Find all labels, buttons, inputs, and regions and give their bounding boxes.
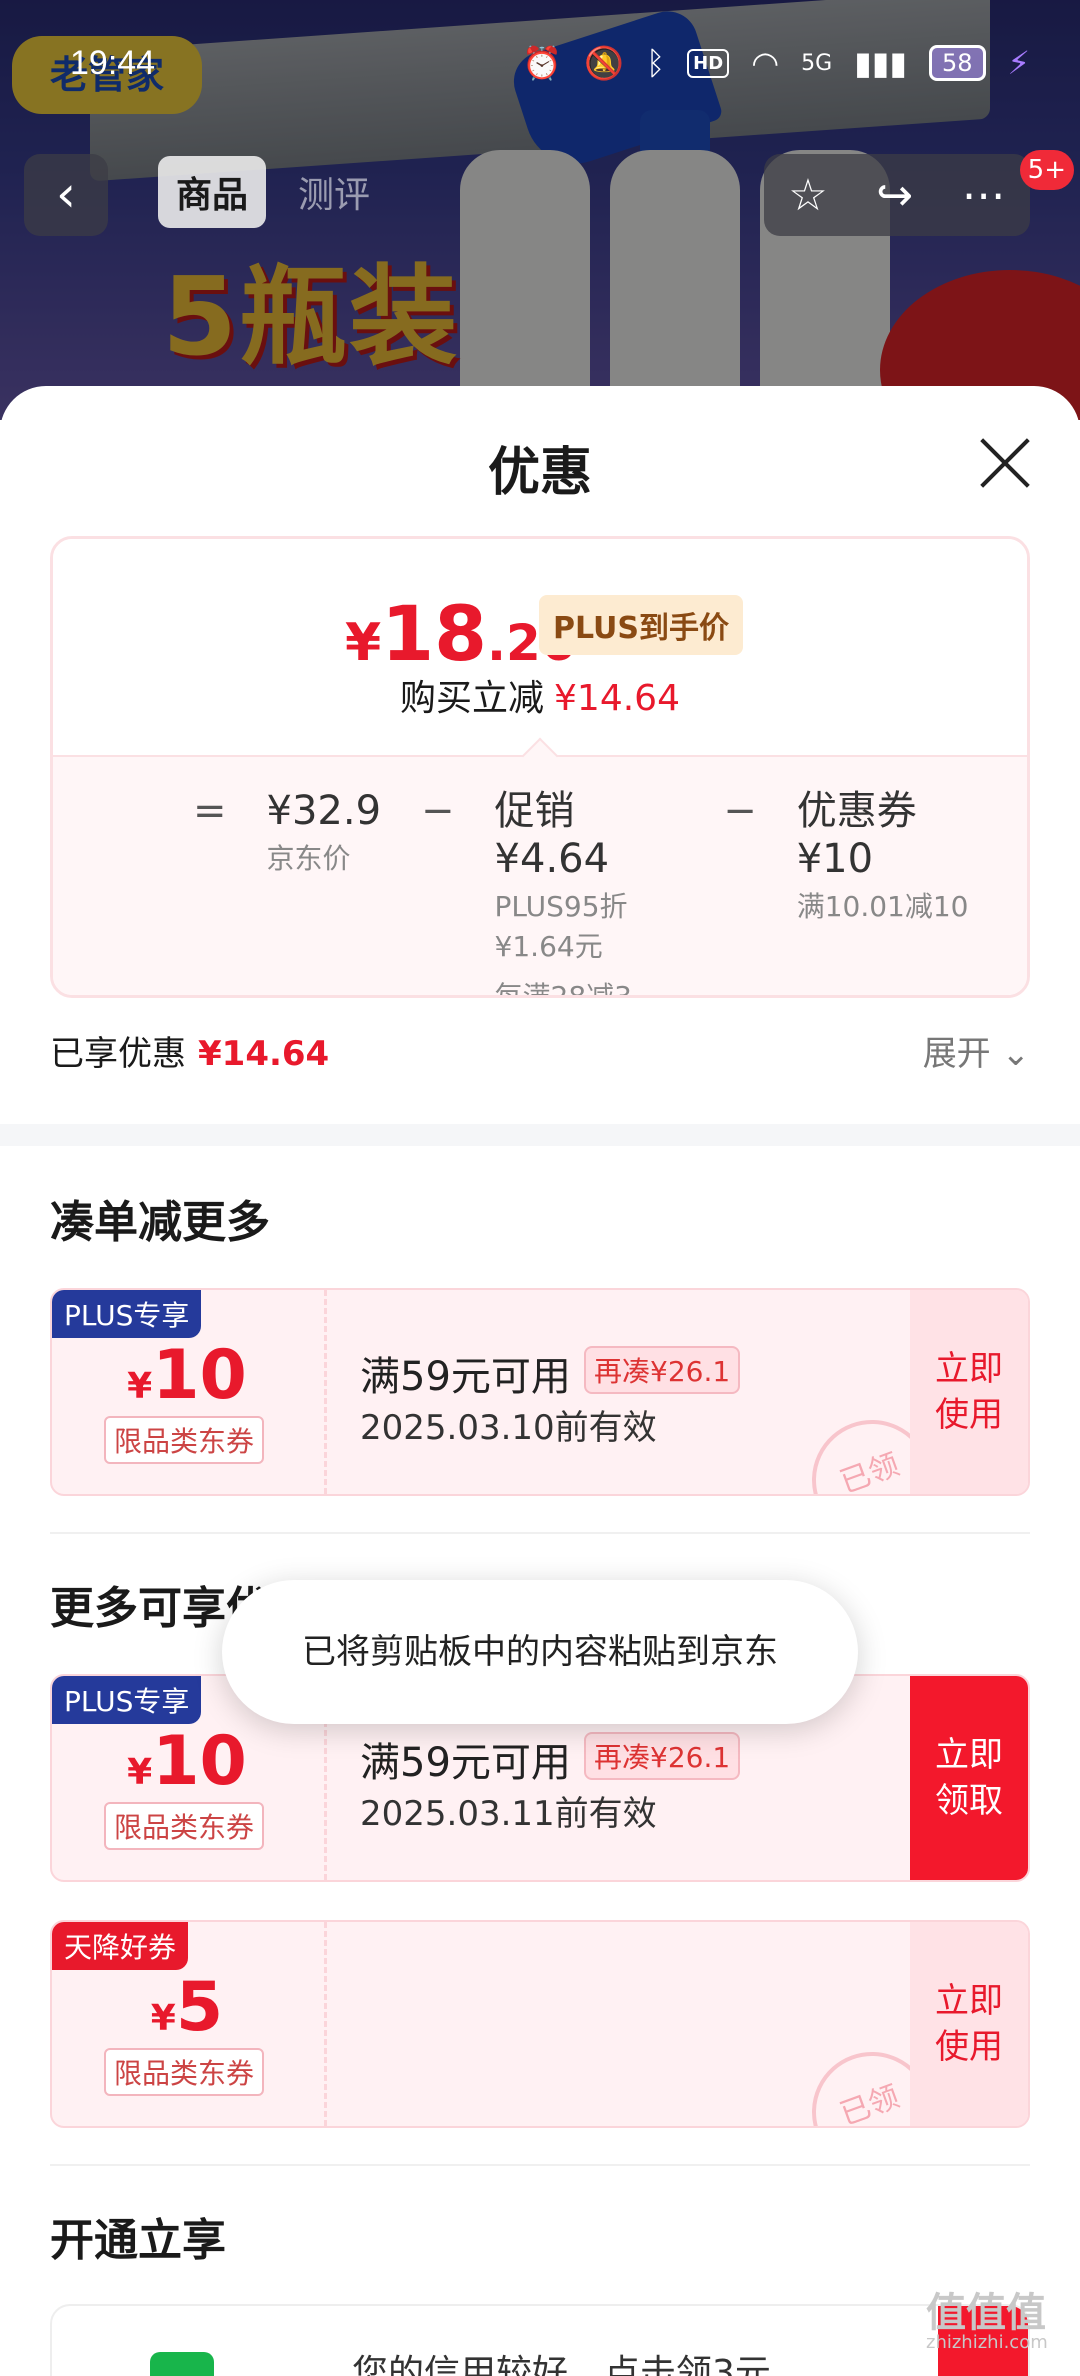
use-coupon-button[interactable]: 立即 使用: [910, 1290, 1028, 1494]
share-icon[interactable]: ↪: [876, 170, 913, 221]
wifi-icon: ◠: [751, 44, 780, 82]
coupon-detail: 满10.01减10: [796, 890, 969, 923]
minus-sign: −: [421, 788, 455, 834]
battery-icon: 58: [928, 45, 986, 81]
jd-price: ¥32.9: [266, 788, 382, 834]
mute-icon: 🔕: [584, 44, 624, 82]
credit-offer-text: 您的信用较好，点击领3元: [352, 2353, 771, 2376]
coupon-amount: 优惠券 ¥10: [796, 788, 917, 882]
claim-coupon-button[interactable]: 立即 领取: [910, 1676, 1028, 1880]
promo-amount: 促销 ¥4.64: [494, 788, 610, 882]
divider: [50, 1532, 1030, 1534]
shopping-bag-icon: [150, 2352, 214, 2376]
product-tabs: 商品 测评: [158, 156, 388, 228]
coupon-condition: 满59元可用: [360, 1740, 571, 1786]
divider: [50, 2164, 1030, 2166]
enjoyed-discount: 已享优惠 ¥14.64: [50, 1034, 330, 1074]
tab-review[interactable]: 测评: [280, 156, 388, 228]
coupon-expire: 2025.03.11前有效: [360, 1794, 657, 1834]
coupon-category: 限品类东券: [104, 2048, 265, 2096]
coupon-category: 限品类东券: [104, 1802, 265, 1850]
sheet-title: 优惠: [487, 443, 592, 503]
coupon-tag: PLUS专享: [52, 1290, 202, 1338]
open-benefit-card[interactable]: 您的信用较好，点击领3元: [50, 2304, 1030, 2376]
chevron-down-icon: ⌄: [1001, 1034, 1031, 1074]
status-icons: ⏰ 🔕 ᛒ HD ◠ 5G ▮▮▮ 58 ⚡: [522, 44, 1030, 82]
coupon-extra[interactable]: 再凑¥26.1: [584, 1732, 741, 1780]
coupon-expire: 2025.03.10前有效: [360, 1408, 657, 1448]
star-icon[interactable]: ☆: [788, 170, 827, 221]
product-actions: ☆ ↪ ⋯: [764, 154, 1030, 236]
alarm-icon: ⏰: [522, 44, 563, 82]
hd-icon: HD: [687, 48, 730, 78]
coupon-card: PLUS专享 ¥10 限品类东券 满59元可用 再凑¥26.1 2025.03.…: [50, 1288, 1030, 1496]
promo-detail: PLUS95折: [494, 890, 628, 923]
bluetooth-icon: ᛒ: [645, 44, 666, 82]
coupon-value: ¥5: [150, 1968, 224, 2047]
back-button[interactable]: ‹: [24, 154, 108, 236]
section-divider: [0, 1124, 1080, 1146]
clipboard-toast: 已将剪贴板中的内容粘贴到京东: [222, 1580, 858, 1724]
chevron-left-icon: ‹: [56, 165, 76, 223]
status-bar: 19:44 ⏰ 🔕 ᛒ HD ◠ 5G ▮▮▮ 58 ⚡: [0, 40, 1080, 92]
tab-product[interactable]: 商品: [158, 156, 267, 228]
coupon-condition: 满59元可用: [360, 1354, 571, 1400]
minus-sign: −: [723, 788, 757, 834]
expand-button[interactable]: 展开 ⌄: [923, 1026, 1030, 1075]
use-coupon-button[interactable]: 立即 使用: [910, 1922, 1028, 2126]
coupon-card: 天降好券 ¥5 限品类东券 已领 立即 使用: [50, 1920, 1030, 2128]
product-nav: ‹ 商品 测评 ☆ ↪ ⋯ 5+: [0, 150, 1080, 240]
notification-badge: 5+: [1019, 150, 1074, 190]
close-icon[interactable]: [978, 436, 1032, 490]
network-icon: 5G: [801, 50, 833, 76]
more-icon[interactable]: ⋯: [962, 170, 1006, 221]
coupon-category: 限品类东券: [104, 1416, 265, 1464]
discount-sheet: 优惠 ¥18.26 PLUS到手价 购买立减 ¥14.64 = ¥32.9 京东价…: [0, 386, 1080, 2376]
section-title-open: 开通立享: [50, 2215, 226, 2266]
coupon-tag: 天降好券: [52, 1922, 189, 1970]
status-time: 19:44: [70, 44, 156, 82]
promo-detail: ¥1.64元: [494, 930, 603, 963]
signal-icon: ▮▮▮: [854, 44, 907, 82]
instant-discount: 购买立减 ¥14.64: [400, 678, 680, 719]
charging-icon: ⚡: [1007, 44, 1030, 82]
watermark: 值值值 zhizhizhi.com: [926, 2290, 1048, 2353]
coupon-value: ¥10: [127, 1336, 247, 1415]
coupon-tag: PLUS专享: [52, 1676, 202, 1724]
coupon-extra[interactable]: 再凑¥26.1: [584, 1346, 741, 1394]
jd-price-label: 京东价: [266, 842, 351, 875]
promo-detail: 每满28减3: [494, 980, 632, 998]
plus-price-tag: PLUS到手价: [539, 595, 744, 655]
equals-sign: =: [193, 788, 227, 834]
coupon-value: ¥10: [127, 1722, 247, 1801]
price-formula: = ¥32.9 京东价 − 促销 ¥4.64 PLUS95折 ¥1.64元 每满…: [53, 737, 1027, 998]
price-summary-card: ¥18.26 PLUS到手价 购买立减 ¥14.64 = ¥32.9 京东价 − …: [50, 536, 1030, 998]
section-title-more-discount: 凑单减更多: [50, 1197, 270, 1248]
